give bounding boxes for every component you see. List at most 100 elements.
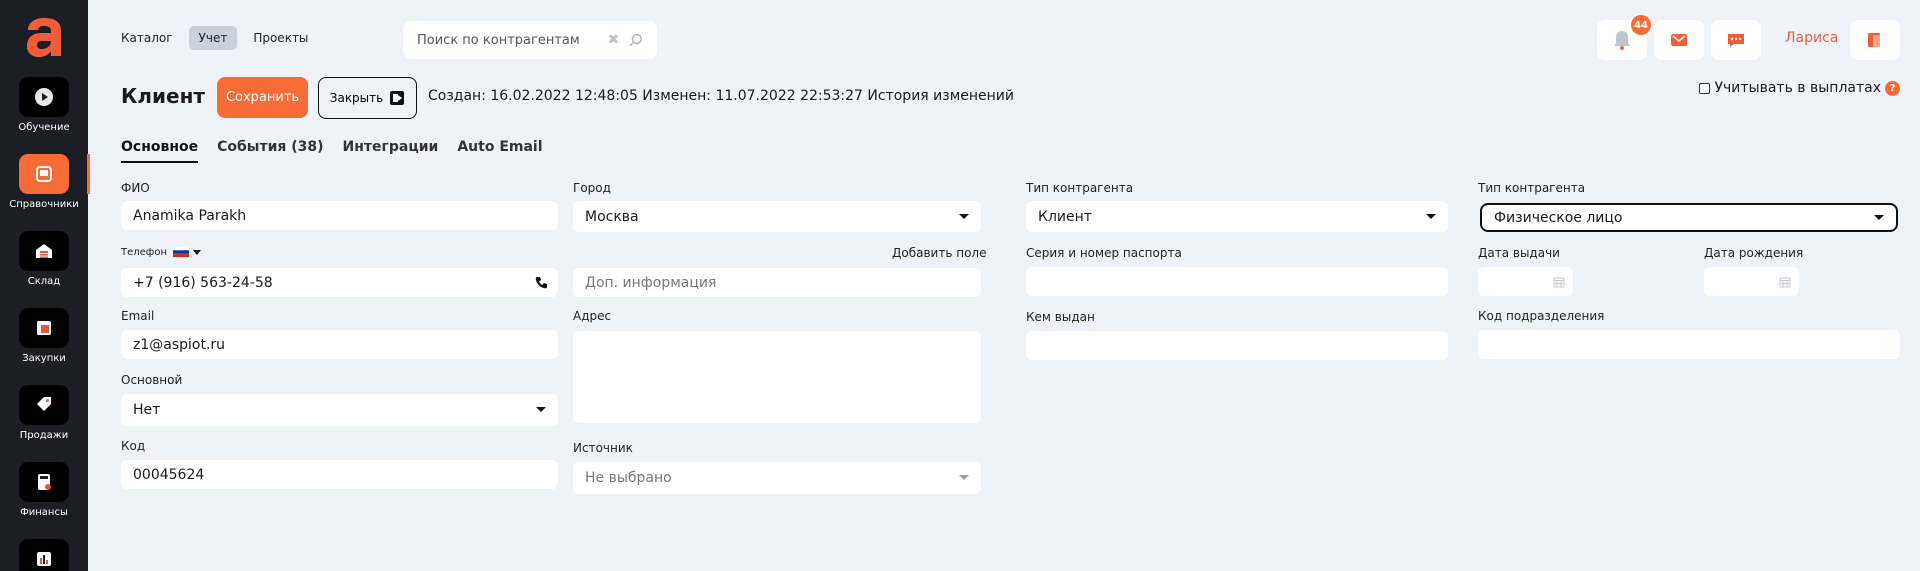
sidebar-item-label: Закупки bbox=[22, 353, 66, 364]
main-select-value: Нет bbox=[133, 402, 161, 418]
chevron-down-icon[interactable] bbox=[192, 248, 202, 256]
sidebar-item-reports[interactable] bbox=[0, 539, 88, 571]
caret-down-icon bbox=[959, 213, 969, 219]
notification-count-badge: 44 bbox=[1631, 15, 1651, 35]
page-title: Клиент bbox=[121, 84, 205, 108]
source-select[interactable]: Не выбрано bbox=[573, 462, 981, 494]
bell-icon bbox=[1614, 31, 1630, 50]
phone-label-wrap: Телефон bbox=[121, 247, 202, 258]
sidebar-item-label: Склад bbox=[27, 276, 61, 287]
caret-down-icon bbox=[1426, 213, 1436, 219]
phone-label: Телефон bbox=[121, 247, 168, 258]
help-icon[interactable]: ? bbox=[1885, 80, 1900, 96]
sidebar-item-label: Обучение bbox=[18, 122, 70, 133]
cart-icon bbox=[19, 308, 69, 348]
add-field-link[interactable]: Добавить поле bbox=[892, 246, 986, 260]
calendar-icon[interactable] bbox=[1553, 276, 1565, 288]
payout-checkbox[interactable] bbox=[1699, 82, 1711, 94]
sidebar: Обучение Справочники Склад Закупки Прода… bbox=[0, 0, 90, 571]
sidebar-item-learning[interactable]: Обучение bbox=[0, 77, 88, 133]
code-field[interactable]: 00045624 bbox=[121, 460, 558, 489]
exit-icon bbox=[390, 91, 405, 105]
chat-icon bbox=[1728, 34, 1744, 47]
sidebar-item-warehouse[interactable]: Склад bbox=[0, 231, 88, 287]
search-icon[interactable] bbox=[629, 33, 643, 47]
fio-label: ФИО bbox=[121, 181, 150, 195]
address-textarea[interactable] bbox=[573, 331, 981, 423]
passport-field[interactable] bbox=[1026, 267, 1448, 296]
nav-projects[interactable]: Проекты bbox=[243, 26, 318, 50]
logout-icon bbox=[1868, 33, 1880, 47]
dept-code-field[interactable] bbox=[1478, 330, 1900, 359]
main-label: Основной bbox=[121, 373, 183, 387]
city-select-value: Москва bbox=[585, 208, 639, 225]
issued-by-field[interactable] bbox=[1026, 331, 1448, 360]
sidebar-item-label: Продажи bbox=[19, 430, 69, 441]
tab-events[interactable]: События (38) bbox=[217, 139, 323, 163]
tag-icon bbox=[19, 385, 69, 425]
chart-icon bbox=[19, 539, 69, 571]
birth-date-label: Дата рождения bbox=[1704, 246, 1804, 260]
calendar-icon[interactable] bbox=[1779, 276, 1791, 288]
russia-flag-icon[interactable] bbox=[173, 247, 190, 257]
issued-by-label: Кем выдан bbox=[1026, 310, 1095, 324]
passport-label: Серия и номер паспорта bbox=[1026, 246, 1182, 260]
sidebar-item-finance[interactable]: Финансы bbox=[0, 462, 88, 518]
search-box: ✖ bbox=[403, 21, 657, 59]
city-select[interactable]: Москва bbox=[573, 201, 981, 232]
payout-label: Учитывать в выплатах bbox=[1714, 80, 1881, 96]
sidebar-item-sales[interactable]: Продажи bbox=[0, 385, 88, 441]
record-meta: Создан: 16.02.2022 12:48:05 Изменен: 11.… bbox=[428, 88, 1014, 104]
person-type-value: Физическое лицо bbox=[1494, 209, 1623, 226]
fio-field[interactable]: Anamika Parakh bbox=[121, 201, 558, 230]
user-name-link[interactable]: Лариса bbox=[1785, 30, 1838, 46]
nav-catalog[interactable]: Каталог bbox=[111, 26, 183, 50]
phone-value: +7 (916) 563-24-58 bbox=[133, 274, 273, 291]
main-select[interactable]: Нет bbox=[121, 394, 558, 426]
mail-button[interactable] bbox=[1654, 20, 1704, 60]
notifications-button[interactable]: 44 bbox=[1597, 15, 1651, 60]
search-input[interactable] bbox=[417, 32, 604, 48]
sidebar-item-references[interactable]: Справочники bbox=[0, 154, 90, 210]
dept-code-label: Код подразделения bbox=[1478, 309, 1605, 323]
sidebar-item-purchases[interactable]: Закупки bbox=[0, 308, 88, 364]
caret-down-icon bbox=[536, 407, 546, 412]
chat-button[interactable] bbox=[1711, 20, 1761, 60]
tab-bar: Основное События (38) Интеграции Auto Em… bbox=[121, 139, 543, 163]
tab-main[interactable]: Основное bbox=[121, 139, 199, 163]
tab-integrations[interactable]: Интеграции bbox=[343, 139, 439, 163]
save-button[interactable]: Сохранить bbox=[217, 77, 308, 118]
source-label: Источник bbox=[573, 441, 633, 455]
mail-icon bbox=[1671, 34, 1687, 46]
address-label: Адрес bbox=[573, 309, 612, 323]
book-icon bbox=[19, 154, 69, 194]
email-field[interactable]: z1@aspiot.ru bbox=[121, 330, 558, 359]
close-button[interactable]: Закрыть bbox=[318, 77, 417, 119]
counterparty-type-select[interactable]: Клиент bbox=[1026, 201, 1448, 232]
caret-down-icon bbox=[1874, 214, 1884, 220]
birth-date-field[interactable] bbox=[1704, 267, 1799, 296]
issue-date-field[interactable] bbox=[1478, 267, 1573, 296]
person-type-select[interactable]: Физическое лицо bbox=[1480, 203, 1898, 232]
nav-accounting[interactable]: Учет bbox=[188, 26, 238, 50]
person-type-label: Тип контрагента bbox=[1478, 181, 1586, 195]
payout-option: Учитывать в выплатах ? bbox=[1699, 80, 1900, 96]
app-logo[interactable] bbox=[25, 16, 63, 58]
phone-icon[interactable] bbox=[535, 276, 548, 289]
tab-auto-email[interactable]: Auto Email bbox=[457, 139, 542, 163]
counterparty-type-value: Клиент bbox=[1038, 208, 1092, 225]
phone-field[interactable]: +7 (916) 563-24-58 bbox=[121, 268, 558, 297]
logout-button[interactable] bbox=[1850, 20, 1900, 60]
email-label: Email bbox=[121, 309, 155, 323]
top-navigation: Каталог Учет Проекты bbox=[111, 26, 318, 50]
sidebar-item-label: Финансы bbox=[20, 507, 68, 518]
close-button-label: Закрыть bbox=[329, 91, 384, 105]
issue-date-label: Дата выдачи bbox=[1478, 246, 1560, 260]
warehouse-icon bbox=[19, 231, 69, 271]
caret-down-icon bbox=[959, 475, 969, 480]
clear-icon[interactable]: ✖ bbox=[608, 32, 620, 48]
code-label: Код bbox=[121, 439, 146, 453]
counterparty-type-label: Тип контрагента bbox=[1026, 181, 1134, 195]
extra-info-field[interactable]: Доп. информация bbox=[573, 268, 981, 297]
sidebar-item-label: Справочники bbox=[9, 199, 79, 210]
